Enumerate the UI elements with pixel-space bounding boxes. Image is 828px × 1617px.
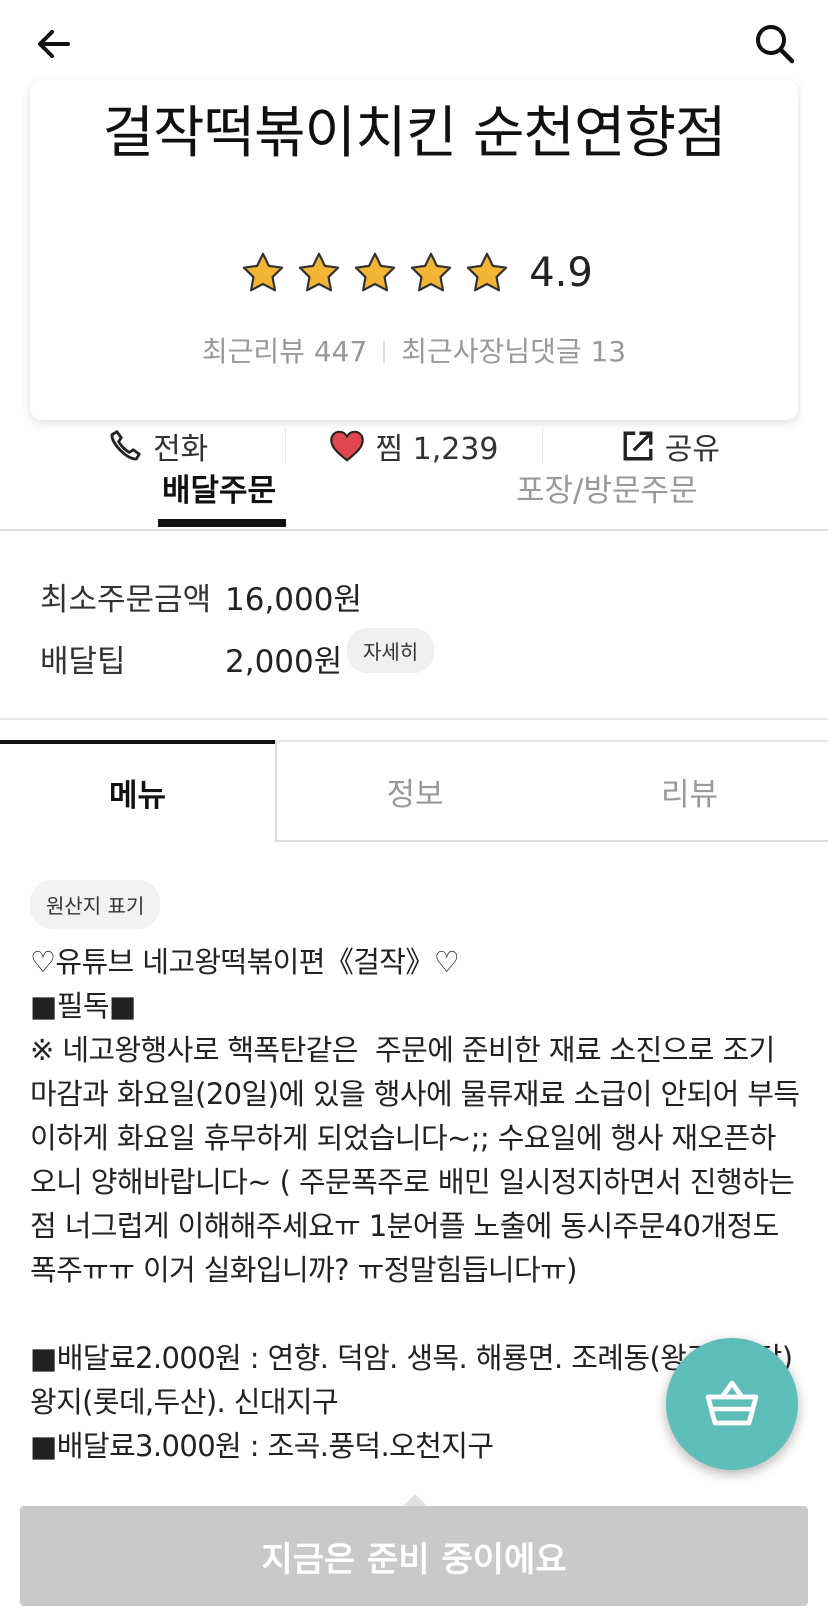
order-type-tabs: 배달주문 포장/방문주문 xyxy=(0,445,828,531)
back-arrow-icon xyxy=(38,30,70,58)
min-order-label: 최소주문금액 xyxy=(40,582,212,618)
star-icon xyxy=(411,252,452,292)
back-button[interactable] xyxy=(24,14,84,74)
review-stats: 최근리뷰 447 최근사장님댓글 13 xyxy=(30,330,798,370)
min-order-row: 최소주문금액 16,000원 xyxy=(40,574,362,619)
top-bar xyxy=(0,0,828,90)
recent-review-count[interactable]: 최근리뷰 447 xyxy=(202,335,367,368)
notice-spacer xyxy=(30,1292,800,1336)
search-button[interactable] xyxy=(745,14,805,74)
tab-review[interactable]: 리뷰 xyxy=(551,740,828,842)
active-tab-indicator xyxy=(158,519,286,527)
rating-row: 4.9 xyxy=(30,250,798,296)
delivery-tip-detail-button[interactable]: 자세히 xyxy=(347,628,435,673)
origin-label-button[interactable]: 원산지 표기 xyxy=(30,880,161,929)
star-icon xyxy=(467,252,508,292)
tab-pickup-order[interactable]: 포장/방문주문 xyxy=(516,465,698,510)
store-name: 걸작떡볶이치킨 순천연향점 xyxy=(102,101,726,166)
stats-divider xyxy=(383,341,386,363)
delivery-tip-row: 배달팁 2,000원 자세히 xyxy=(40,628,435,681)
tab-delivery-order[interactable]: 배달주문 xyxy=(162,465,276,510)
recent-reply-count[interactable]: 최근사장님댓글 13 xyxy=(401,335,626,368)
notice-line: ■필독■ xyxy=(30,989,136,1023)
notice-line: ※ 네고왕행사로 핵폭탄같은 주문에 준비한 재료 소진으로 조기마감과 화요일… xyxy=(30,1033,800,1287)
section-divider xyxy=(0,718,828,720)
delivery-tip-label: 배달팁 xyxy=(40,644,126,680)
search-icon xyxy=(756,25,795,64)
notice-line: ♡유튜브 네고왕떡볶이편《걸작》♡ xyxy=(30,945,460,979)
star-icon xyxy=(299,252,340,292)
basket-icon xyxy=(705,1380,759,1426)
min-order-value: 16,000원 xyxy=(225,582,362,618)
rating-value: 4.9 xyxy=(529,250,593,296)
order-status-button[interactable]: 지금은 준비 중이에요 xyxy=(20,1506,808,1606)
tab-info[interactable]: 정보 xyxy=(275,740,553,842)
tab-menu[interactable]: 메뉴 xyxy=(0,740,275,840)
star-icon xyxy=(355,252,396,292)
delivery-tip-value: 2,000원 xyxy=(225,644,343,680)
content-tabs: 메뉴 정보 리뷰 xyxy=(0,740,828,842)
scroll-up-indicator xyxy=(403,1494,427,1506)
cart-button[interactable] xyxy=(666,1338,798,1470)
star-icon xyxy=(243,252,284,292)
store-card: 걸작떡볶이치킨 순천연향점 4.9 최근리뷰 447 최근사장님댓글 13 전화 … xyxy=(30,80,798,467)
